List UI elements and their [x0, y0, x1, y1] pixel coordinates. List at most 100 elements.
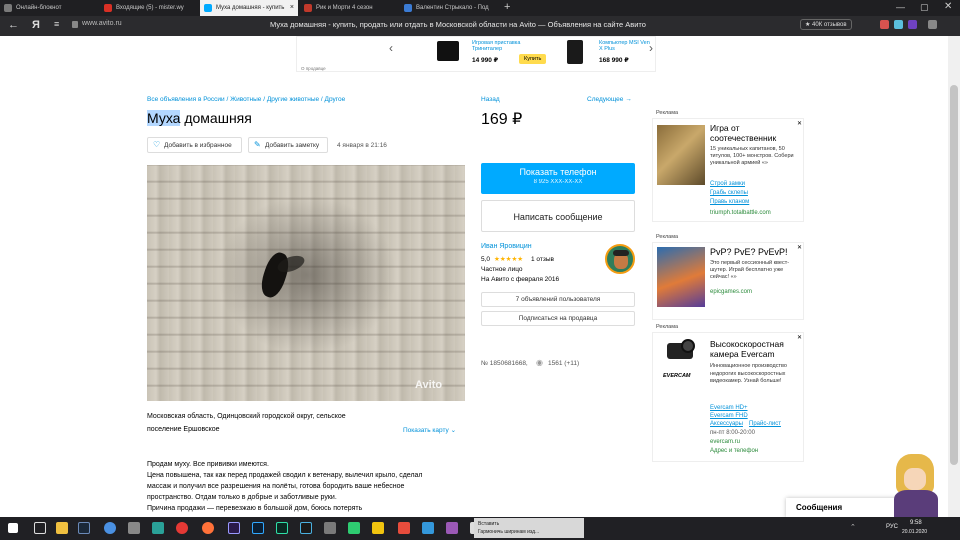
app-icon[interactable]: [104, 522, 116, 534]
seller-name[interactable]: Иван Яровицин: [481, 243, 532, 250]
after-effects-icon[interactable]: [228, 522, 240, 534]
windows-start-icon[interactable]: [8, 523, 18, 533]
app-icon[interactable]: [348, 522, 360, 534]
tab-label: Муха домашняя - купить: [216, 5, 285, 11]
app-icon[interactable]: [422, 522, 434, 534]
avatar-hair: [613, 250, 629, 256]
computer-image: [567, 40, 583, 64]
ad-link[interactable]: Evercam FHD: [710, 413, 748, 419]
app-icon[interactable]: [372, 522, 384, 534]
tray-up-icon[interactable]: ⌃: [850, 523, 856, 531]
add-note-button[interactable]: ✎ Добавить заметку: [248, 137, 328, 153]
ad-domain[interactable]: evercam.ru: [710, 439, 740, 445]
ad-number: № 1850681668,: [481, 360, 528, 367]
tab-favicon-icon: [4, 4, 12, 12]
seller-reviews[interactable]: 1 отзыв: [531, 256, 554, 263]
rating-stars: ★★★★★: [494, 256, 524, 263]
banner-item-title[interactable]: Игровая приставка Триниталер: [472, 40, 522, 52]
steam-icon[interactable]: [78, 522, 90, 534]
firefox-icon[interactable]: [202, 522, 214, 534]
scrollbar-thumb[interactable]: [950, 85, 958, 465]
new-tab-button[interactable]: +: [504, 1, 510, 13]
url-field[interactable]: www.avito.ru: [82, 20, 122, 27]
avatar[interactable]: [605, 244, 635, 274]
ad-card-total-battle[interactable]: ✕ Игра от соотечественник 15 уникальных …: [652, 118, 804, 222]
clock-time[interactable]: 9:58: [910, 520, 922, 526]
yandex-button[interactable]: Я: [32, 19, 40, 31]
ad-contacts[interactable]: Адрес и телефон: [710, 448, 758, 454]
extension-icon[interactable]: [894, 20, 903, 29]
ad-link[interactable]: Правь кланом: [710, 199, 749, 205]
messages-widget[interactable]: Сообщения: [786, 498, 898, 517]
location-line1: Московская область, Одинцовский городско…: [147, 413, 346, 420]
views-count: 1561 (+11): [548, 360, 580, 367]
location-line2: поселение Ершовское: [147, 426, 220, 433]
breadcrumb[interactable]: Все объявления в России / Животные / Дру…: [147, 96, 345, 103]
nav-back-link[interactable]: Назад: [481, 96, 500, 103]
app-icon[interactable]: [324, 522, 336, 534]
item-photo[interactable]: Avito: [147, 165, 465, 401]
close-tab-icon[interactable]: ×: [290, 0, 294, 16]
reviews-badge[interactable]: ★ 40К отзывов: [800, 19, 852, 30]
extension-icon[interactable]: [880, 20, 889, 29]
user-ads-button[interactable]: 7 объявлений пользователя: [481, 292, 635, 307]
ad-label: Реклама: [656, 324, 679, 330]
ad-image-game: [657, 247, 705, 307]
favorites-label: Добавить в избранное: [164, 142, 232, 149]
clock-date[interactable]: 20.01.2020: [902, 529, 927, 535]
download-icon[interactable]: [928, 20, 937, 29]
ad-title[interactable]: Высокоскоростная камера Evercam: [710, 339, 804, 359]
tab-music[interactable]: Валентин Стрыкало - Под: [400, 0, 498, 16]
language-indicator[interactable]: РУС: [886, 524, 898, 530]
banner-item-title[interactable]: Компьютер MSI Ven X Plus: [599, 40, 651, 52]
add-to-favorites-button[interactable]: ♡ Добавить в избранное: [147, 137, 242, 153]
app-icon[interactable]: [128, 522, 140, 534]
ad-domain[interactable]: epicgames.com: [710, 289, 752, 295]
explorer-icon[interactable]: [56, 522, 68, 534]
subscribe-label: Подписаться на продавца: [518, 315, 598, 322]
ad-link[interactable]: Evercam HD+: [710, 405, 748, 411]
task-view-icon[interactable]: [34, 522, 46, 534]
nav-next-link[interactable]: Следующее →: [587, 96, 632, 103]
ad-link[interactable]: Прайс-лист: [749, 421, 781, 427]
show-phone-button[interactable]: Показать телефон 8 925 XXX-XX-XX: [481, 163, 635, 194]
ad-title[interactable]: Игра от соотечественник: [710, 123, 802, 143]
ad-domain[interactable]: triumph.totalbattle.com: [710, 210, 771, 216]
ad-card-epic-games[interactable]: ✕ PvP? PvE? PvEvP! Это первый сессионный…: [652, 242, 804, 320]
banner-buy-button[interactable]: Купить: [519, 54, 547, 64]
vegas-icon[interactable]: [300, 522, 312, 534]
tab-notepad[interactable]: Онлайн-блокнот: [0, 0, 98, 16]
app-icon[interactable]: [398, 522, 410, 534]
banner-footer: О продавце: [301, 66, 326, 71]
tab-avito[interactable]: Муха домашняя - купить ×: [200, 0, 298, 16]
show-phone-label: Показать телефон: [519, 167, 597, 177]
window-minimize-button[interactable]: —: [896, 2, 905, 12]
ad-link[interactable]: Аксессуары: [710, 421, 743, 427]
tab-rick-morty[interactable]: Рик и Морти 4 сезон: [300, 0, 398, 16]
phone-mask: 8 925 XXX-XX-XX: [533, 179, 583, 185]
carousel-next-button[interactable]: ›: [649, 41, 653, 55]
app-icon[interactable]: [446, 522, 458, 534]
ad-link[interactable]: Строй замки: [710, 181, 745, 187]
banner-item-price: 14 990 ₽: [472, 57, 499, 64]
yandex-browser-icon[interactable]: [176, 522, 188, 534]
ad-title[interactable]: PvP? PvE? PvEvP!: [710, 247, 802, 257]
ad-link[interactable]: Грабь склепы: [710, 190, 748, 196]
subscribe-seller-button[interactable]: Подписаться на продавца: [481, 311, 635, 326]
show-map-link[interactable]: Показать карту ⌄: [403, 426, 456, 434]
title-highlight: Муха: [147, 110, 181, 126]
window-maximize-button[interactable]: ▢: [920, 2, 929, 13]
tab-inbox[interactable]: Входящие (5) - mister.wy: [100, 0, 198, 16]
banner-carousel: ‹ Игровая приставка Триниталер 14 990 ₽ …: [296, 36, 656, 72]
carousel-prev-button[interactable]: ‹: [389, 41, 393, 55]
ad-card-evercam[interactable]: EVERCAM ✕ Высокоскоростная камера Everca…: [652, 332, 804, 462]
menu-icon[interactable]: ≡: [54, 19, 59, 29]
back-button[interactable]: ←: [8, 19, 19, 31]
photoshop-icon[interactable]: [252, 522, 264, 534]
taskbar-popup[interactable]: Вставить Гармоничь ширинам изд...: [474, 518, 584, 538]
window-close-button[interactable]: ✕: [944, 1, 952, 12]
audition-icon[interactable]: [276, 522, 288, 534]
write-message-button[interactable]: Написать сообщение: [481, 200, 635, 232]
app-icon[interactable]: [152, 522, 164, 534]
extension-icon[interactable]: [908, 20, 917, 29]
